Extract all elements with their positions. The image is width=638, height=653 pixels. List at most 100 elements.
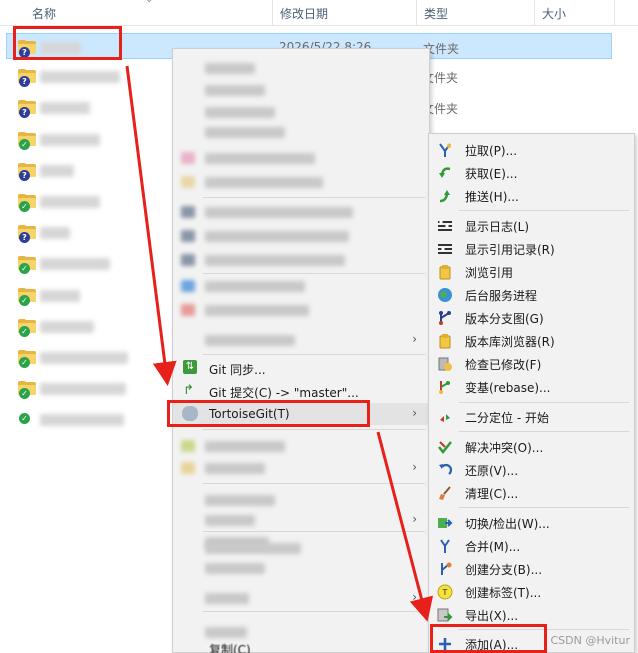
submenu-label: 版本分支图(G) (465, 312, 544, 326)
submenu-item-rebase[interactable]: 变基(rebase)... (429, 375, 634, 398)
menu-item-blurred[interactable] (173, 489, 429, 511)
menu-item-git-commit[interactable]: ↱ Git 提交(C) -> "master"... (173, 380, 429, 402)
submenu-item-create-tag[interactable]: T 创建标签(T)... (429, 580, 634, 603)
menu-item-blurred-submenu[interactable]: › (173, 329, 429, 351)
submenu-label: 检查已修改(F) (465, 358, 542, 372)
blurred-label (205, 463, 265, 474)
submenu-label: 拉取(P)... (465, 144, 518, 158)
blurred-icon (181, 254, 195, 266)
submenu-item-resolve[interactable]: 解决冲突(O)... (429, 435, 634, 458)
column-divider[interactable] (416, 0, 417, 26)
submenu-item-bisect[interactable]: 二分定位 - 开始 (429, 405, 634, 428)
reflog-icon (438, 244, 452, 254)
submenu-arrow-icon: › (412, 590, 417, 604)
branch-icon (441, 562, 452, 575)
svg-text:T: T (442, 588, 448, 597)
menu-item-blurred[interactable] (173, 435, 429, 457)
blurred-label (205, 563, 265, 574)
menu-separator (203, 611, 425, 612)
browse-refs-icon (439, 265, 451, 280)
menu-label: Git 提交(C) -> "master"... (209, 386, 359, 400)
check-modifications-icon (438, 357, 452, 371)
git-unversioned-overlay-icon: ? (19, 107, 30, 118)
blurred-label (205, 305, 309, 316)
submenu-item-revert[interactable]: 还原(V)... (429, 458, 634, 481)
blurred-icon (181, 462, 195, 474)
revision-graph-icon (439, 311, 451, 325)
menu-item-blurred[interactable] (173, 299, 429, 321)
submenu-label: 切换/检出(W)... (465, 517, 550, 531)
submenu-label: 还原(V)... (465, 464, 519, 478)
menu-item-blurred[interactable] (173, 225, 429, 247)
submenu-label: 创建标签(T)... (465, 586, 542, 600)
menu-item-blurred[interactable] (173, 101, 429, 123)
menu-item-blurred[interactable] (173, 121, 429, 143)
menu-item-blurred[interactable] (173, 537, 429, 559)
menu-label: 复制(C) (209, 643, 251, 653)
annotation-box-tortoisegit (167, 400, 370, 427)
submenu-item-revision-graph[interactable]: 版本分支图(G) (429, 306, 634, 329)
submenu-item-cleanup[interactable]: 清理(C)... (429, 481, 634, 504)
submenu-item-check-modifications[interactable]: 检查已修改(F) (429, 352, 634, 375)
merge-icon (440, 539, 450, 553)
submenu-separator (459, 210, 629, 211)
menu-separator (203, 483, 425, 484)
submenu-label: 获取(E)... (465, 167, 518, 181)
blurred-label (205, 255, 345, 266)
submenu-item-show-reflog[interactable]: 显示引用记录(R) (429, 237, 634, 260)
repo-browser-icon (439, 334, 451, 349)
column-size[interactable]: 大小 (542, 5, 566, 22)
submenu-label: 推送(H)... (465, 190, 519, 204)
column-divider[interactable] (272, 0, 273, 26)
submenu-item-fetch[interactable]: 获取(E)... (429, 161, 634, 184)
annotation-box-add (430, 624, 547, 653)
git-normal-overlay-icon: ✓ (19, 263, 30, 274)
blurred-label (205, 85, 265, 96)
submenu-label: 二分定位 - 开始 (465, 411, 549, 425)
menu-item-blurred[interactable] (173, 557, 429, 579)
submenu-item-browse-refs[interactable]: 浏览引用 (429, 260, 634, 283)
submenu-item-daemon[interactable]: 后台服务进程 (429, 283, 634, 306)
menu-item-copy[interactable]: 复制(C) (173, 639, 429, 653)
file-name-blurred (40, 134, 100, 146)
column-modified-date[interactable]: 修改日期 (280, 5, 328, 22)
watermark: CSDN @Hvitur (550, 634, 630, 647)
submenu-item-push[interactable]: 推送(H)... (429, 184, 634, 207)
submenu-item-merge[interactable]: 合并(M)... (429, 534, 634, 557)
rebase-icon (439, 381, 450, 394)
menu-item-blurred[interactable] (173, 201, 429, 223)
blurred-label (205, 495, 275, 506)
git-normal-overlay-icon: ✓ (19, 326, 30, 337)
submenu-item-repo-browser[interactable]: 版本库浏览器(R) (429, 329, 634, 352)
submenu-item-export[interactable]: 导出(X)... (429, 603, 634, 626)
blurred-icon (181, 152, 195, 164)
menu-item-blurred-submenu[interactable]: › (173, 457, 429, 479)
menu-item-git-sync[interactable]: ⇅ Git 同步... (173, 357, 429, 379)
menu-item-blurred-submenu[interactable]: › (173, 509, 429, 531)
column-type[interactable]: 类型 (424, 5, 448, 22)
submenu-item-show-log[interactable]: 显示日志(L) (429, 214, 634, 237)
submenu-item-switch-checkout[interactable]: 切换/检出(W)... (429, 511, 634, 534)
blurred-icon (181, 280, 195, 292)
file-name-blurred (40, 165, 74, 177)
menu-item-blurred[interactable] (173, 249, 429, 271)
submenu-item-create-branch[interactable]: 创建分支(B)... (429, 557, 634, 580)
menu-separator (203, 197, 425, 198)
menu-item-blurred[interactable] (173, 57, 429, 79)
fetch-icon (439, 167, 451, 178)
column-divider[interactable] (614, 0, 615, 26)
menu-item-blurred[interactable] (173, 275, 429, 297)
tortoisegit-submenu: 拉取(P)... 获取(E)... 推送(H)... 显示日志(L) 显示引用记… (428, 133, 635, 653)
blurred-label (205, 207, 353, 218)
menu-item-blurred[interactable] (173, 79, 429, 101)
submenu-label: 后台服务进程 (465, 289, 538, 303)
column-name[interactable]: 名称 (32, 5, 56, 22)
push-icon (439, 190, 450, 203)
menu-item-blurred-submenu[interactable]: › (173, 587, 429, 609)
menu-item-blurred[interactable] (173, 171, 429, 193)
menu-item-blurred[interactable] (173, 147, 429, 169)
submenu-item-pull[interactable]: 拉取(P)... (429, 138, 634, 161)
blurred-label (205, 231, 349, 242)
column-divider[interactable] (534, 0, 535, 26)
submenu-label: 创建分支(B)... (465, 563, 543, 577)
